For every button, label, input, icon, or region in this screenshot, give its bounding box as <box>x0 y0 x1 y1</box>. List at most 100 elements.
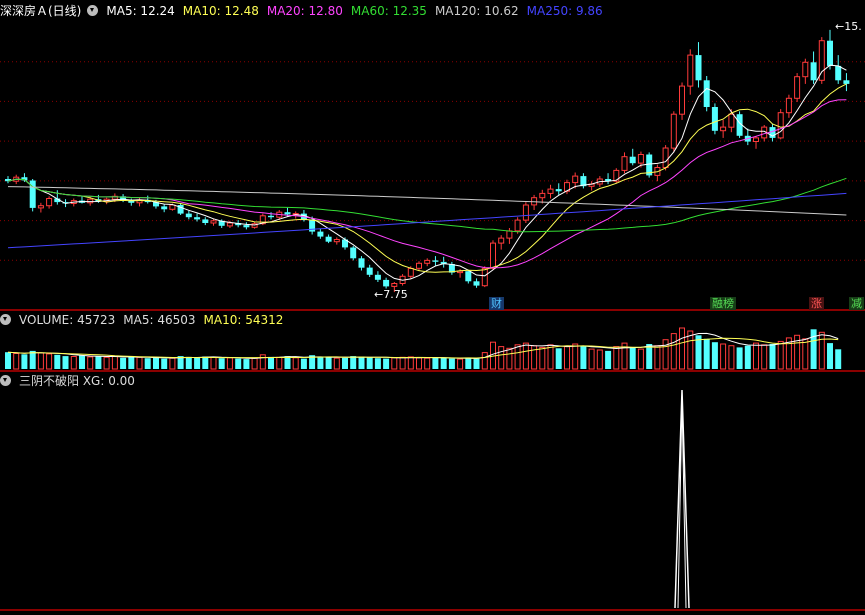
volume-settings-icon[interactable] <box>0 314 11 325</box>
volume-bar-down <box>120 357 127 369</box>
volume-bar-down <box>736 347 743 369</box>
candle-body-down <box>711 107 718 131</box>
candle-body-down <box>185 213 192 218</box>
volume-bar-down <box>144 358 151 369</box>
volume-bar-down <box>5 352 11 369</box>
legend-label: MA10: 54312 <box>203 313 284 327</box>
candle-body-up <box>226 222 233 227</box>
candle-body-down <box>374 274 381 280</box>
volume-bar-down <box>629 347 636 369</box>
volume-bar-down <box>605 350 612 369</box>
event-tag-margin-text: 融榜 <box>712 297 734 310</box>
ma-settings-icon[interactable] <box>87 5 99 16</box>
stock-chart[interactable]: 深深房Ａ(日线) MA5: 12.24 MA10: 12.48 MA20: 12.80… <box>0 0 865 615</box>
candle-body-up <box>720 126 727 132</box>
indicator-settings-icon[interactable] <box>0 375 11 386</box>
xg-signal-spike-inner <box>677 399 687 609</box>
candle-body-down <box>843 80 850 84</box>
candle-body-up <box>547 188 554 194</box>
volume-bar-up <box>424 357 431 370</box>
volume-bar-down <box>342 357 348 369</box>
volume-bar-up <box>637 348 644 370</box>
volume-bar-down <box>317 356 324 369</box>
volume-bar-up <box>547 344 554 370</box>
legend-label: 三阴不破阳 XG: 0.00 <box>19 374 135 388</box>
volume-bar-down <box>374 358 381 369</box>
volume-bar-down <box>79 355 85 369</box>
volume-bar-down <box>440 357 447 369</box>
candle-body-down <box>473 281 480 286</box>
volume-bar-down <box>21 354 28 369</box>
bottom-border <box>0 609 865 611</box>
candle-body-up <box>572 175 579 184</box>
candle-body-down <box>695 55 702 81</box>
candle-body-down <box>284 212 291 215</box>
candle-body-down <box>350 247 357 259</box>
ma60-line <box>7 177 847 233</box>
volume-bar-up <box>654 345 661 370</box>
volume-bar-up <box>753 342 759 370</box>
volume-bar-down <box>54 354 61 369</box>
volume-bar-down <box>358 356 365 369</box>
volume-bar-down <box>555 348 562 369</box>
candle-body-down <box>703 80 710 107</box>
volume-bar-up <box>457 358 464 370</box>
volume-bar-up <box>818 331 825 370</box>
low-price-label: ←7.75 <box>374 288 408 301</box>
indicator-panel-header: 三阴不破阳 XG: 0.00 <box>0 371 143 391</box>
candle-body-down <box>202 219 209 223</box>
candle-body-down <box>268 215 274 218</box>
volume-bar-down <box>325 357 332 369</box>
volume-bar-up <box>564 346 570 370</box>
candle-body-up <box>728 113 735 128</box>
ma5-line <box>7 64 847 281</box>
volume-bar-up <box>498 346 505 370</box>
event-tag-limit-up[interactable]: 涨 <box>809 297 824 310</box>
volume-bar-up <box>481 352 488 370</box>
volume-bar-down <box>366 357 373 369</box>
volume-bar-down <box>95 356 102 369</box>
high-price-label: ←15. <box>835 20 862 33</box>
candle-body-down <box>629 156 636 164</box>
volume-bar-up <box>761 344 768 370</box>
volume-bar-up <box>169 357 176 370</box>
volume-bar-down <box>711 342 718 369</box>
volume-bar-down <box>810 329 817 369</box>
volume-bar-down <box>268 356 274 369</box>
volume-bar-down <box>350 356 357 369</box>
volume-bar-down <box>218 358 225 369</box>
volume-bar-up <box>210 356 217 370</box>
volume-bar-down <box>161 358 168 369</box>
candle-body-down <box>827 40 833 66</box>
volume-panel-header: VOLUME: 45723 MA5: 46503 MA10: 54312 <box>0 310 291 330</box>
volume-bar-up <box>111 356 118 370</box>
candle-body-up <box>391 283 398 287</box>
volume-bar-up <box>522 342 529 370</box>
volume-bar-down <box>300 358 307 369</box>
volume-bar-up <box>333 357 340 370</box>
volume-legend: VOLUME: 45723 MA5: 46503 MA10: 54312 <box>19 313 291 327</box>
candle-body-up <box>514 219 521 232</box>
candle-body-down <box>358 258 365 268</box>
event-tag-reduce[interactable]: 减 <box>849 297 864 310</box>
volume-bar-up <box>670 333 677 370</box>
candle-body-up <box>522 204 529 221</box>
event-tag-finance[interactable]: 财 <box>489 297 504 310</box>
low-price-value: 7.75 <box>383 288 408 301</box>
candle-body-down <box>194 217 201 220</box>
volume-bar-up <box>226 357 233 370</box>
candle-body-up <box>621 156 628 171</box>
candle-body-up <box>87 198 94 204</box>
stock-name[interactable]: 深深房Ａ(日线) <box>0 4 81 18</box>
volume-bar-up <box>613 346 620 370</box>
volume-bar-down <box>580 345 587 369</box>
candle-body-up <box>687 54 694 87</box>
volume-bar-down <box>448 358 455 369</box>
volume-bar-up <box>572 343 579 370</box>
candle-body-up <box>670 113 677 149</box>
candle-body-down <box>835 65 842 81</box>
event-tag-margin[interactable]: 融榜 <box>710 297 736 310</box>
legend-label: MA250: 9.86 <box>526 4 603 18</box>
volume-bar-down <box>432 357 439 369</box>
legend-label: MA120: 10.62 <box>434 4 519 18</box>
